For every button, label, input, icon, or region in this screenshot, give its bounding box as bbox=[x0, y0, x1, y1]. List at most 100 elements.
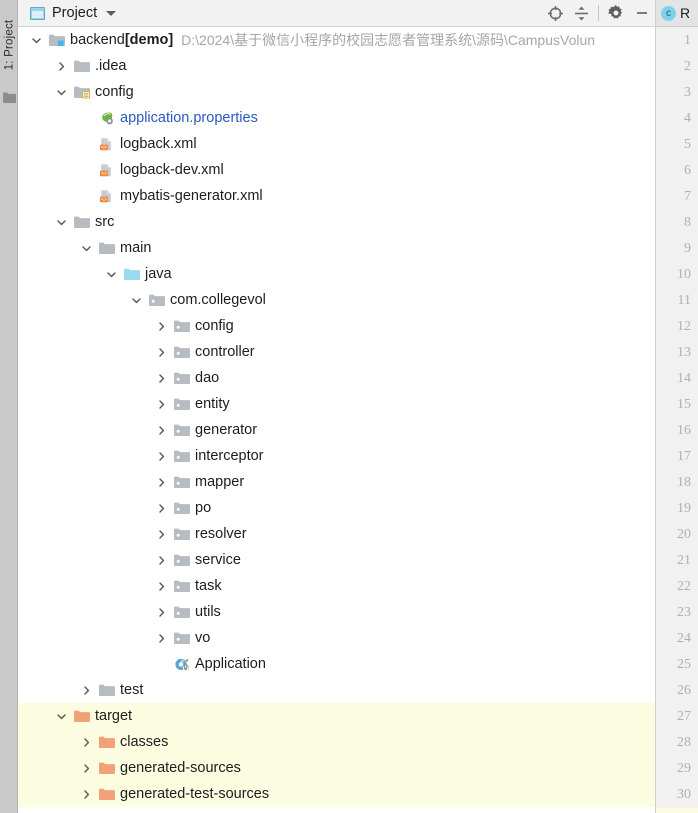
package-icon bbox=[174, 372, 190, 385]
folder-icon bbox=[74, 60, 90, 73]
java-class-icon: c bbox=[661, 5, 676, 21]
tree-row[interactable]: Application bbox=[18, 651, 655, 677]
chevron-down-icon[interactable] bbox=[55, 79, 68, 105]
stripe-button-label: 1: Project bbox=[3, 19, 16, 71]
folder-icon bbox=[99, 684, 115, 697]
tree-row[interactable]: dao bbox=[18, 365, 655, 391]
tree-row-label: po bbox=[195, 500, 212, 516]
tree-row[interactable]: service bbox=[18, 547, 655, 573]
tree-row[interactable]: generator bbox=[18, 417, 655, 443]
chevron-right-icon[interactable] bbox=[155, 443, 168, 469]
package-icon bbox=[174, 554, 190, 567]
tree-row[interactable]: generated-sources bbox=[18, 755, 655, 781]
tree-row[interactable]: application.properties bbox=[18, 105, 655, 131]
chevron-right-icon[interactable] bbox=[55, 53, 68, 79]
chevron-right-icon[interactable] bbox=[155, 599, 168, 625]
editor-pane: c R 1 2 3 4 5 6 7 8 9 10 11 12 13 14 15 16 17 18 19 20 21 22 2… bbox=[655, 0, 698, 813]
package-icon bbox=[174, 606, 190, 619]
line-number: 15 bbox=[677, 397, 691, 412]
tree-row[interactable]: entity bbox=[18, 391, 655, 417]
tree-row-label: logback.xml bbox=[120, 136, 197, 152]
tree-row[interactable]: task bbox=[18, 573, 655, 599]
tree-row[interactable]: config bbox=[18, 313, 655, 339]
tree-row[interactable]: com.collegevol bbox=[18, 287, 655, 313]
project-tree[interactable]: backend [demo] D:\2024\基于微信小程序的校园志愿者管理系统\… bbox=[18, 27, 655, 807]
stripe-button-project[interactable]: 1: Project bbox=[0, 6, 18, 84]
line-number: 2 bbox=[684, 59, 691, 74]
collapse-all-icon[interactable] bbox=[568, 0, 594, 27]
tree-row-label: .idea bbox=[95, 58, 127, 74]
chevron-right-icon[interactable] bbox=[80, 781, 93, 807]
chevron-right-icon[interactable] bbox=[80, 677, 93, 703]
project-view-selector[interactable]: Project bbox=[18, 0, 122, 27]
chevron-right-icon[interactable] bbox=[155, 391, 168, 417]
chevron-right-icon[interactable] bbox=[80, 729, 93, 755]
line-number: 21 bbox=[677, 553, 691, 568]
tree-row-label: vo bbox=[195, 630, 211, 646]
tree-row[interactable]: <> logback.xml bbox=[18, 131, 655, 157]
tree-row[interactable]: main bbox=[18, 235, 655, 261]
line-number: 23 bbox=[677, 605, 691, 620]
chevron-right-icon[interactable] bbox=[155, 521, 168, 547]
chevron-right-icon[interactable] bbox=[155, 469, 168, 495]
tree-row[interactable]: <> mybatis-generator.xml bbox=[18, 183, 655, 209]
tree-row[interactable]: classes bbox=[18, 729, 655, 755]
tree-row-label: backend bbox=[70, 32, 125, 48]
tree-row-label: src bbox=[95, 214, 115, 230]
tree-row[interactable]: utils bbox=[18, 599, 655, 625]
tree-row-label: Application bbox=[195, 656, 266, 672]
tree-row[interactable]: controller bbox=[18, 339, 655, 365]
tree-row-label: controller bbox=[195, 344, 255, 360]
chevron-right-icon[interactable] bbox=[155, 495, 168, 521]
chevron-down-icon[interactable] bbox=[55, 703, 68, 729]
tree-row[interactable]: test bbox=[18, 677, 655, 703]
svg-text:<>: <> bbox=[101, 144, 107, 150]
tree-row-label: mapper bbox=[195, 474, 245, 490]
tree-row-label: config bbox=[95, 84, 134, 100]
tree-row-label: test bbox=[120, 682, 144, 698]
tree-row-label: generated-sources bbox=[120, 760, 241, 776]
tree-row[interactable]: interceptor bbox=[18, 443, 655, 469]
tree-row[interactable]: <> logback-dev.xml bbox=[18, 157, 655, 183]
project-tree-scroll[interactable]: backend [demo] D:\2024\基于微信小程序的校园志愿者管理系统\… bbox=[18, 27, 655, 813]
chevron-right-icon[interactable] bbox=[155, 365, 168, 391]
chevron-right-icon[interactable] bbox=[155, 625, 168, 651]
tree-row[interactable]: target bbox=[18, 703, 655, 729]
chevron-down-icon[interactable] bbox=[30, 27, 43, 53]
chevron-right-icon[interactable] bbox=[155, 313, 168, 339]
line-number: 5 bbox=[684, 137, 691, 152]
tree-row[interactable]: vo bbox=[18, 625, 655, 651]
editor-tab[interactable]: c R bbox=[656, 0, 698, 27]
chevron-down-icon[interactable] bbox=[80, 235, 93, 261]
tree-row[interactable]: resolver bbox=[18, 521, 655, 547]
tree-row[interactable]: java bbox=[18, 261, 655, 287]
tree-row[interactable]: backend [demo] D:\2024\基于微信小程序的校园志愿者管理系统\… bbox=[18, 27, 655, 53]
chevron-down-icon[interactable] bbox=[130, 287, 143, 313]
gear-icon[interactable] bbox=[603, 0, 629, 27]
line-number: 14 bbox=[677, 371, 691, 386]
chevron-right-icon[interactable] bbox=[155, 339, 168, 365]
chevron-right-icon[interactable] bbox=[80, 755, 93, 781]
line-number: 24 bbox=[677, 631, 691, 646]
chevron-right-icon[interactable] bbox=[155, 573, 168, 599]
package-icon bbox=[174, 450, 190, 463]
editor-tab-label: R bbox=[680, 5, 691, 21]
tree-row[interactable]: config bbox=[18, 79, 655, 105]
chevron-right-icon[interactable] bbox=[155, 417, 168, 443]
chevron-down-icon[interactable] bbox=[106, 10, 117, 16]
toolbar-separator bbox=[598, 5, 599, 21]
chevron-down-icon[interactable] bbox=[105, 261, 118, 287]
minimize-icon[interactable] bbox=[629, 0, 655, 27]
chevron-right-icon[interactable] bbox=[155, 547, 168, 573]
tree-row[interactable]: .idea bbox=[18, 53, 655, 79]
tree-row[interactable]: src bbox=[18, 209, 655, 235]
chevron-down-icon[interactable] bbox=[55, 209, 68, 235]
project-panel-icon bbox=[30, 6, 45, 20]
tree-row[interactable]: generated-test-sources bbox=[18, 781, 655, 807]
tree-row[interactable]: mapper bbox=[18, 469, 655, 495]
tree-row[interactable]: po bbox=[18, 495, 655, 521]
excluded-folder-icon bbox=[99, 762, 115, 775]
tree-row-label: generated-test-sources bbox=[120, 786, 270, 802]
tree-row-label: interceptor bbox=[195, 448, 264, 464]
locate-file-icon[interactable] bbox=[542, 0, 568, 27]
